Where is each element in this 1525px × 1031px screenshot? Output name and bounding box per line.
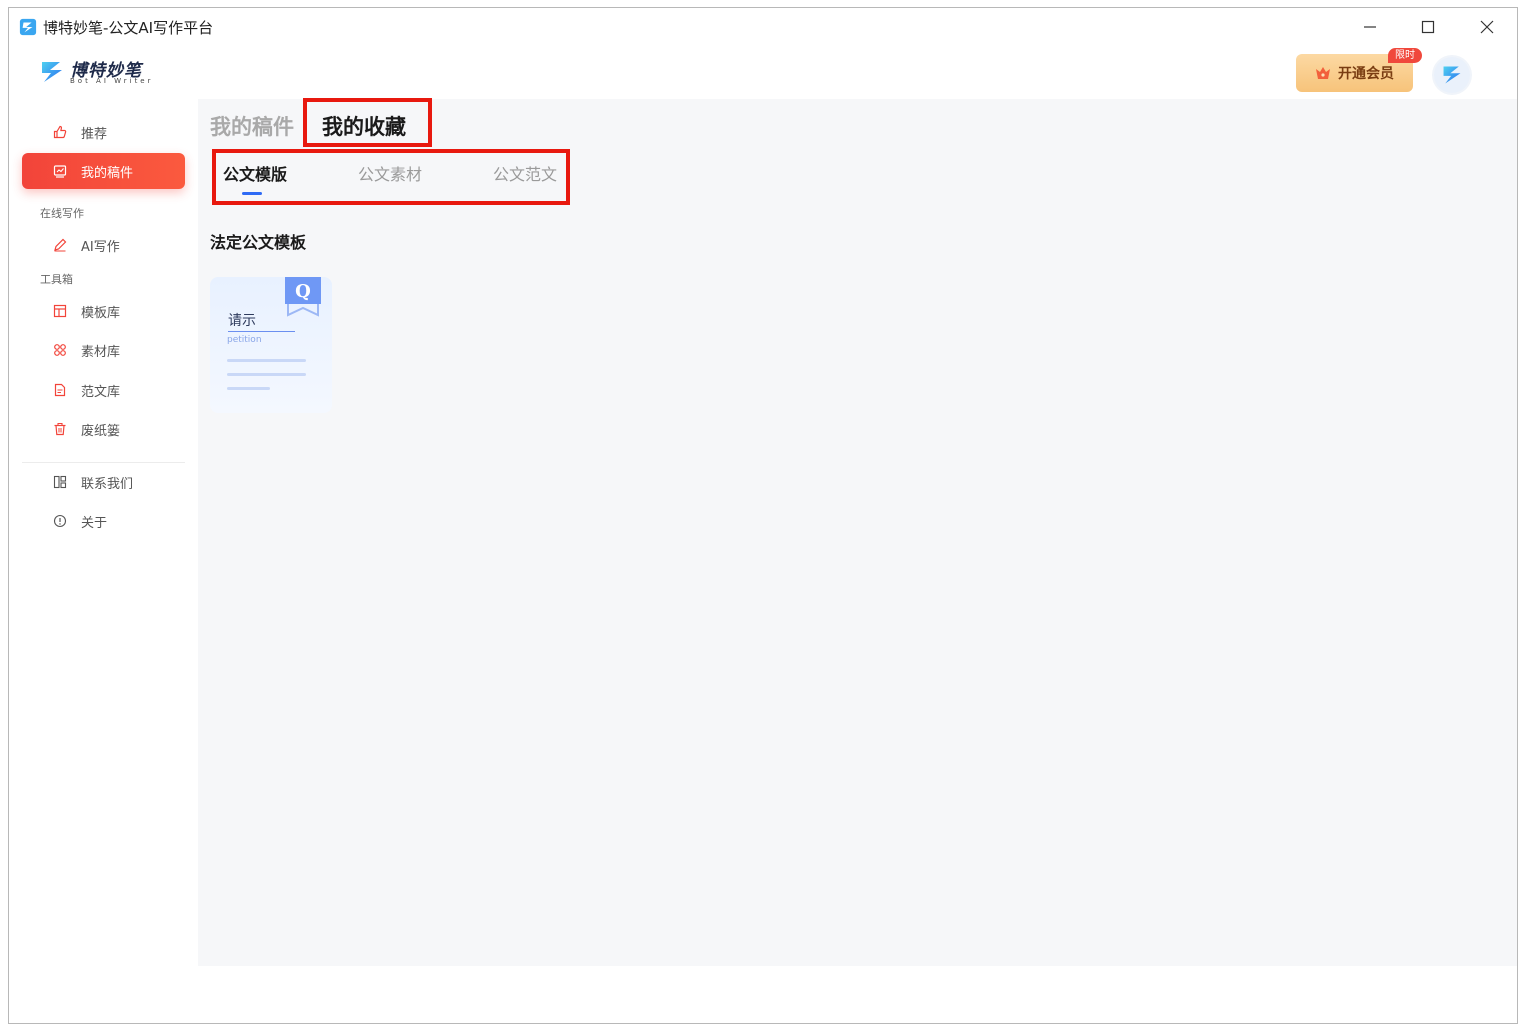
minimize-button[interactable] bbox=[1347, 12, 1393, 42]
app-logo-icon bbox=[19, 18, 37, 36]
maximize-button[interactable] bbox=[1405, 12, 1451, 42]
sidebar-item-ai-writing[interactable]: AI写作 bbox=[22, 227, 185, 263]
vip-button-label: 开通会员 bbox=[1338, 66, 1394, 82]
user-avatar[interactable] bbox=[1434, 57, 1470, 93]
sidebar-divider bbox=[22, 462, 185, 463]
sidebar-item-samples[interactable]: 范文库 bbox=[22, 372, 185, 408]
highlight-box-subtabs bbox=[212, 149, 570, 205]
template-icon bbox=[53, 304, 67, 318]
pen-icon bbox=[53, 238, 67, 252]
sidebar-item-materials[interactable]: 素材库 bbox=[22, 332, 185, 368]
card-placeholder-line bbox=[227, 359, 306, 362]
sidebar-item-label: 素材库 bbox=[81, 344, 121, 360]
section-label-toolbox: 工具箱 bbox=[40, 273, 73, 286]
avatar-logo-icon bbox=[1443, 66, 1461, 84]
crown-icon bbox=[1316, 67, 1330, 79]
sidebar-item-recommend[interactable]: 推荐 bbox=[22, 114, 185, 150]
info-icon bbox=[53, 514, 67, 528]
card-placeholder-line bbox=[227, 373, 306, 376]
sidebar-item-label: 模板库 bbox=[81, 305, 121, 321]
card-placeholder-line bbox=[227, 387, 270, 390]
grid-icon bbox=[53, 343, 67, 357]
minimize-icon bbox=[1364, 26, 1376, 28]
contact-icon bbox=[53, 475, 67, 489]
sidebar-item-label: 联系我们 bbox=[81, 476, 134, 492]
document-icon bbox=[53, 383, 67, 397]
app-header: 博特妙笔 Bot AI Writer 开通会员 限时 bbox=[9, 46, 1517, 100]
section-title: 法定公文模板 bbox=[210, 233, 307, 252]
bookmark-icon: Q bbox=[285, 277, 321, 317]
template-card-petition[interactable]: Q 请示 petition bbox=[210, 277, 332, 413]
card-badge-letter: Q bbox=[295, 281, 311, 302]
card-title: 请示 bbox=[228, 313, 256, 329]
title-bar: 博特妙笔-公文AI写作平台 bbox=[9, 8, 1517, 46]
highlight-box-favorites bbox=[303, 98, 432, 147]
sidebar-item-templates[interactable]: 模板库 bbox=[22, 293, 185, 329]
sidebar-item-label: 推荐 bbox=[81, 126, 108, 142]
sidebar-item-label: 关于 bbox=[81, 515, 108, 531]
sidebar-item-label: AI写作 bbox=[81, 239, 120, 255]
maximize-icon bbox=[1421, 20, 1435, 34]
brand-subtitle: Bot AI Writer bbox=[70, 77, 154, 85]
close-icon bbox=[1480, 20, 1494, 34]
section-label-online-writing: 在线写作 bbox=[40, 207, 84, 220]
main-content: 我的稿件 我的收藏 公文模版 公文素材 公文范文 法定公文模板 Q 请示 pet… bbox=[198, 98, 1517, 966]
brand-logo-icon bbox=[42, 62, 62, 82]
sidebar-item-about[interactable]: 关于 bbox=[22, 503, 185, 539]
sidebar-item-contact[interactable]: 联系我们 bbox=[22, 464, 185, 500]
limited-time-badge: 限时 bbox=[1388, 48, 1422, 63]
tab-my-drafts[interactable]: 我的稿件 bbox=[210, 111, 294, 141]
trash-icon bbox=[53, 422, 67, 436]
thumbs-up-icon bbox=[53, 125, 67, 139]
sidebar-item-trash[interactable]: 废纸篓 bbox=[22, 411, 185, 447]
sidebar-item-label: 废纸篓 bbox=[81, 423, 121, 439]
app-window: 博特妙笔-公文AI写作平台 博特妙笔 Bot AI Writer 开通会员 限时 bbox=[8, 7, 1518, 1024]
card-title-underline bbox=[228, 331, 295, 332]
sidebar: 推荐 我的稿件 在线写作 AI写作 工具箱 模板库 素材库 范文库 废纸篓 联系… bbox=[9, 99, 198, 1023]
drafts-icon bbox=[53, 164, 67, 178]
close-button[interactable] bbox=[1464, 12, 1510, 42]
sidebar-item-my-drafts[interactable]: 我的稿件 bbox=[22, 153, 185, 189]
sidebar-item-label: 范文库 bbox=[81, 384, 121, 400]
sidebar-item-label: 我的稿件 bbox=[81, 165, 134, 181]
card-subtitle: petition bbox=[227, 335, 262, 345]
window-title: 博特妙笔-公文AI写作平台 bbox=[43, 19, 214, 37]
